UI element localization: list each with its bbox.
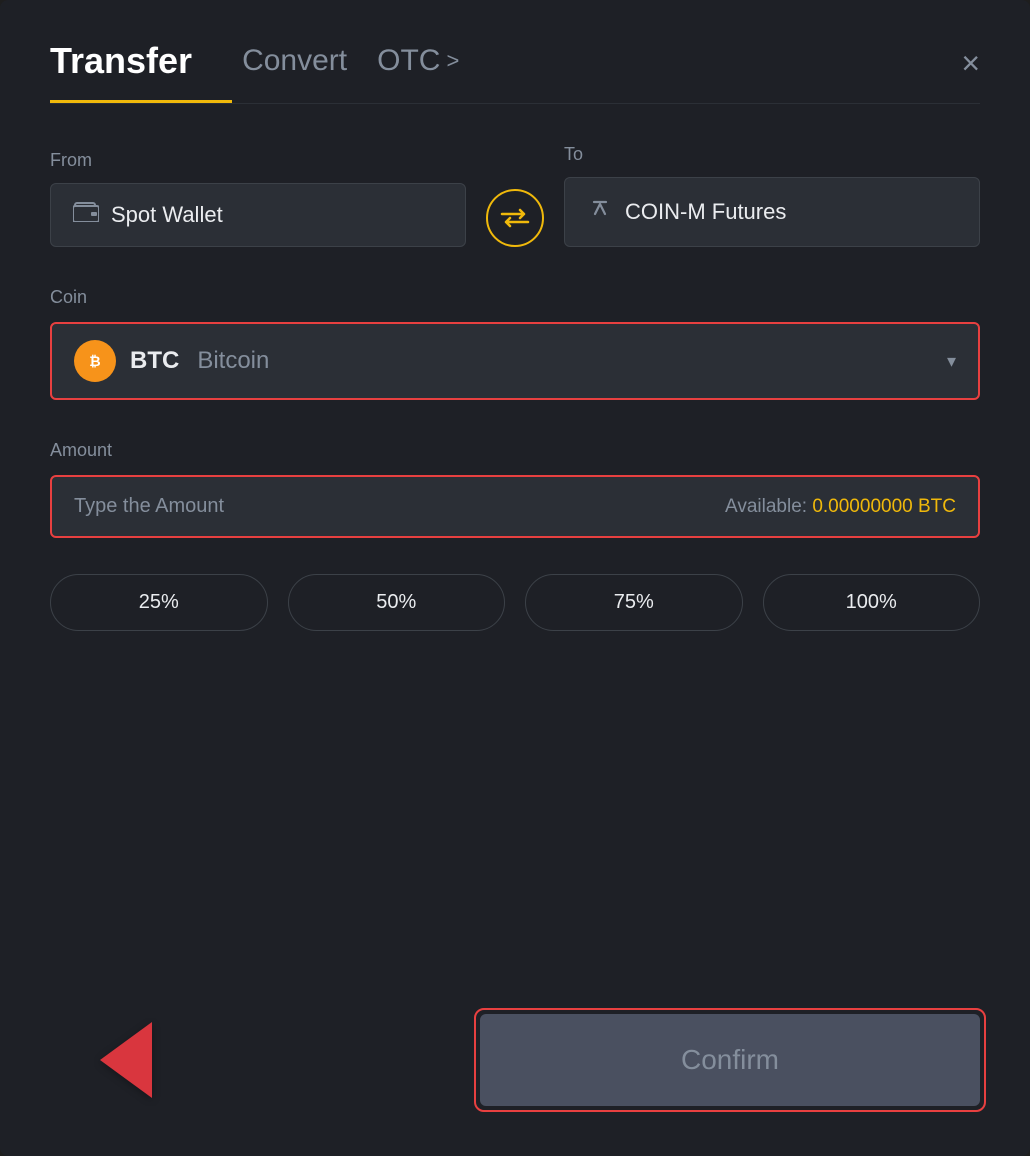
- from-label: From: [50, 150, 466, 171]
- tab-otc[interactable]: OTC >: [377, 44, 459, 99]
- amount-label: Amount: [50, 440, 980, 461]
- available-text: Available: 0.00000000 BTC: [725, 496, 956, 518]
- swap-btn-wrapper: [466, 161, 564, 247]
- pct-100-button[interactable]: 100%: [763, 574, 981, 631]
- header-divider: [50, 103, 980, 104]
- coin-selector[interactable]: ₿ BTC Bitcoin ▾: [50, 322, 980, 400]
- arrow-icon: [100, 1022, 152, 1098]
- pct-25-button[interactable]: 25%: [50, 574, 268, 631]
- arrow-wrapper: [100, 1022, 152, 1098]
- to-wallet-name: COIN-M Futures: [625, 199, 786, 225]
- header: Transfer Convert OTC > ×: [50, 40, 980, 103]
- available-value: 0.00000000 BTC: [812, 496, 956, 517]
- otc-chevron-icon: >: [446, 48, 459, 74]
- coin-full-name: Bitcoin: [197, 347, 269, 375]
- from-wallet-selector[interactable]: Spot Wallet: [50, 183, 466, 247]
- transfer-modal: Transfer Convert OTC > × From Spot Walle…: [0, 0, 1030, 1156]
- svg-text:₿: ₿: [89, 353, 100, 369]
- coin-chevron-icon: ▾: [947, 351, 956, 372]
- tab-transfer[interactable]: Transfer: [50, 40, 232, 103]
- from-wallet-name: Spot Wallet: [111, 202, 223, 228]
- percentage-buttons: 25% 50% 75% 100%: [50, 574, 980, 631]
- to-group: To COIN-M Futures: [564, 144, 980, 247]
- pct-50-button[interactable]: 50%: [288, 574, 506, 631]
- amount-box: Available: 0.00000000 BTC: [50, 475, 980, 538]
- confirm-btn-wrapper: Confirm: [480, 1014, 980, 1106]
- from-group: From Spot Wallet: [50, 150, 466, 247]
- futures-icon: [587, 196, 613, 228]
- wallet-icon: [73, 202, 99, 228]
- confirm-button[interactable]: Confirm: [480, 1014, 980, 1106]
- pct-75-button[interactable]: 75%: [525, 574, 743, 631]
- tab-convert[interactable]: Convert: [242, 44, 377, 99]
- coin-symbol: BTC: [130, 347, 179, 375]
- amount-section: Amount Available: 0.00000000 BTC: [50, 440, 980, 538]
- coin-label: Coin: [50, 287, 980, 308]
- btc-icon: ₿: [74, 340, 116, 382]
- bottom-section: Confirm: [50, 1014, 980, 1106]
- swap-button[interactable]: [486, 189, 544, 247]
- close-button[interactable]: ×: [961, 47, 980, 97]
- coin-section: Coin ₿ BTC Bitcoin ▾: [50, 287, 980, 400]
- to-label: To: [564, 144, 980, 165]
- amount-input[interactable]: [74, 495, 705, 518]
- from-to-section: From Spot Wallet: [50, 144, 980, 247]
- to-wallet-selector[interactable]: COIN-M Futures: [564, 177, 980, 247]
